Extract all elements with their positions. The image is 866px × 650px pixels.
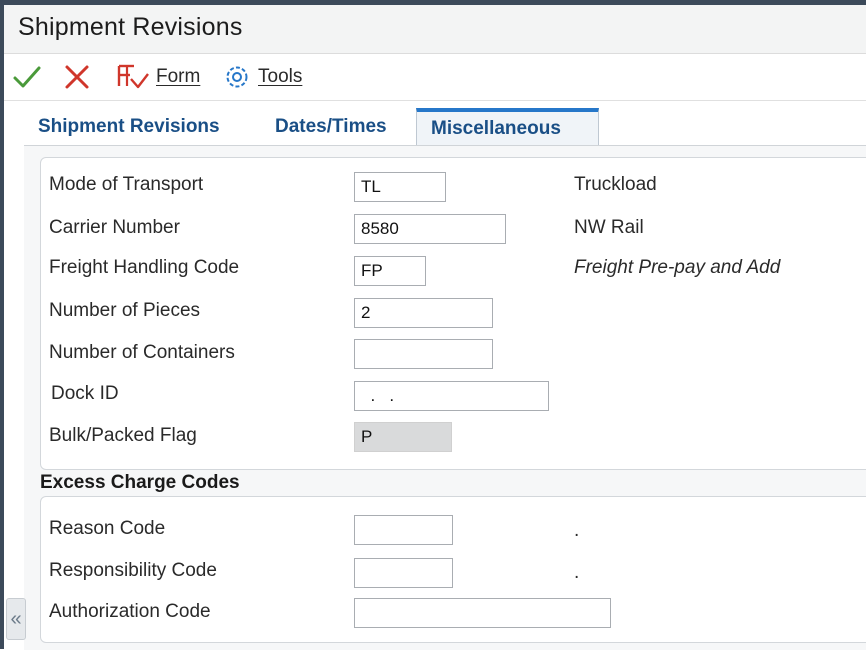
responsibility-code-description: . bbox=[574, 562, 580, 583]
dock-id-field[interactable] bbox=[354, 381, 549, 411]
tools-menu-button[interactable]: Tools bbox=[222, 62, 302, 92]
reason-code-label: Reason Code bbox=[49, 518, 166, 539]
tab-content: Mode of Transport Truckload Carrier Numb… bbox=[24, 145, 866, 650]
authorization-code-field[interactable] bbox=[354, 598, 611, 628]
ok-button[interactable] bbox=[10, 60, 44, 94]
form-menu-button[interactable]: Form bbox=[116, 62, 200, 92]
reason-code-description: . bbox=[574, 520, 580, 541]
form-menu-label: Form bbox=[156, 66, 201, 87]
number-of-pieces-field[interactable] bbox=[354, 298, 493, 328]
toolbar: Form Tools bbox=[4, 54, 866, 101]
freight-handling-code-label: Freight Handling Code bbox=[49, 257, 240, 278]
tab-dates-times[interactable]: Dates/Times bbox=[275, 109, 387, 145]
check-icon bbox=[13, 66, 41, 88]
page-title: Shipment Revisions bbox=[18, 13, 243, 41]
cancel-button[interactable] bbox=[60, 60, 94, 94]
responsibility-code-label: Responsibility Code bbox=[49, 560, 217, 581]
title-bar: Shipment Revisions bbox=[4, 5, 866, 54]
excess-charge-codes-heading: Excess Charge Codes bbox=[40, 472, 240, 493]
carrier-number-field[interactable] bbox=[354, 214, 506, 244]
tools-menu-label: Tools bbox=[258, 66, 303, 87]
number-of-containers-label: Number of Containers bbox=[49, 342, 235, 363]
bulk-packed-flag-label: Bulk/Packed Flag bbox=[49, 425, 197, 446]
freight-handling-code-field[interactable] bbox=[354, 256, 426, 286]
mode-of-transport-description: Truckload bbox=[574, 174, 657, 195]
dock-id-label: Dock ID bbox=[51, 383, 119, 404]
number-of-pieces-label: Number of Pieces bbox=[49, 300, 201, 321]
authorization-code-label: Authorization Code bbox=[49, 601, 211, 622]
tab-miscellaneous[interactable]: Miscellaneous bbox=[416, 108, 599, 146]
number-of-containers-field[interactable] bbox=[354, 339, 493, 369]
form-icon bbox=[117, 64, 149, 89]
freight-handling-description: Freight Pre-pay and Add bbox=[574, 257, 781, 278]
reason-code-field[interactable] bbox=[354, 515, 453, 545]
carrier-number-label: Carrier Number bbox=[49, 217, 180, 238]
collapse-sidebar-button[interactable]: « bbox=[6, 598, 26, 640]
gear-icon bbox=[226, 66, 248, 88]
responsibility-code-field[interactable] bbox=[354, 558, 453, 588]
carrier-description: NW Rail bbox=[574, 217, 644, 238]
tab-strip: Shipment Revisions Dates/Times Miscellan… bbox=[4, 101, 866, 146]
bulk-packed-flag-field bbox=[354, 422, 452, 452]
tab-shipment-revisions[interactable]: Shipment Revisions bbox=[38, 109, 220, 145]
mode-of-transport-label: Mode of Transport bbox=[49, 174, 204, 195]
close-icon bbox=[65, 65, 89, 89]
mode-of-transport-field[interactable] bbox=[354, 172, 446, 202]
